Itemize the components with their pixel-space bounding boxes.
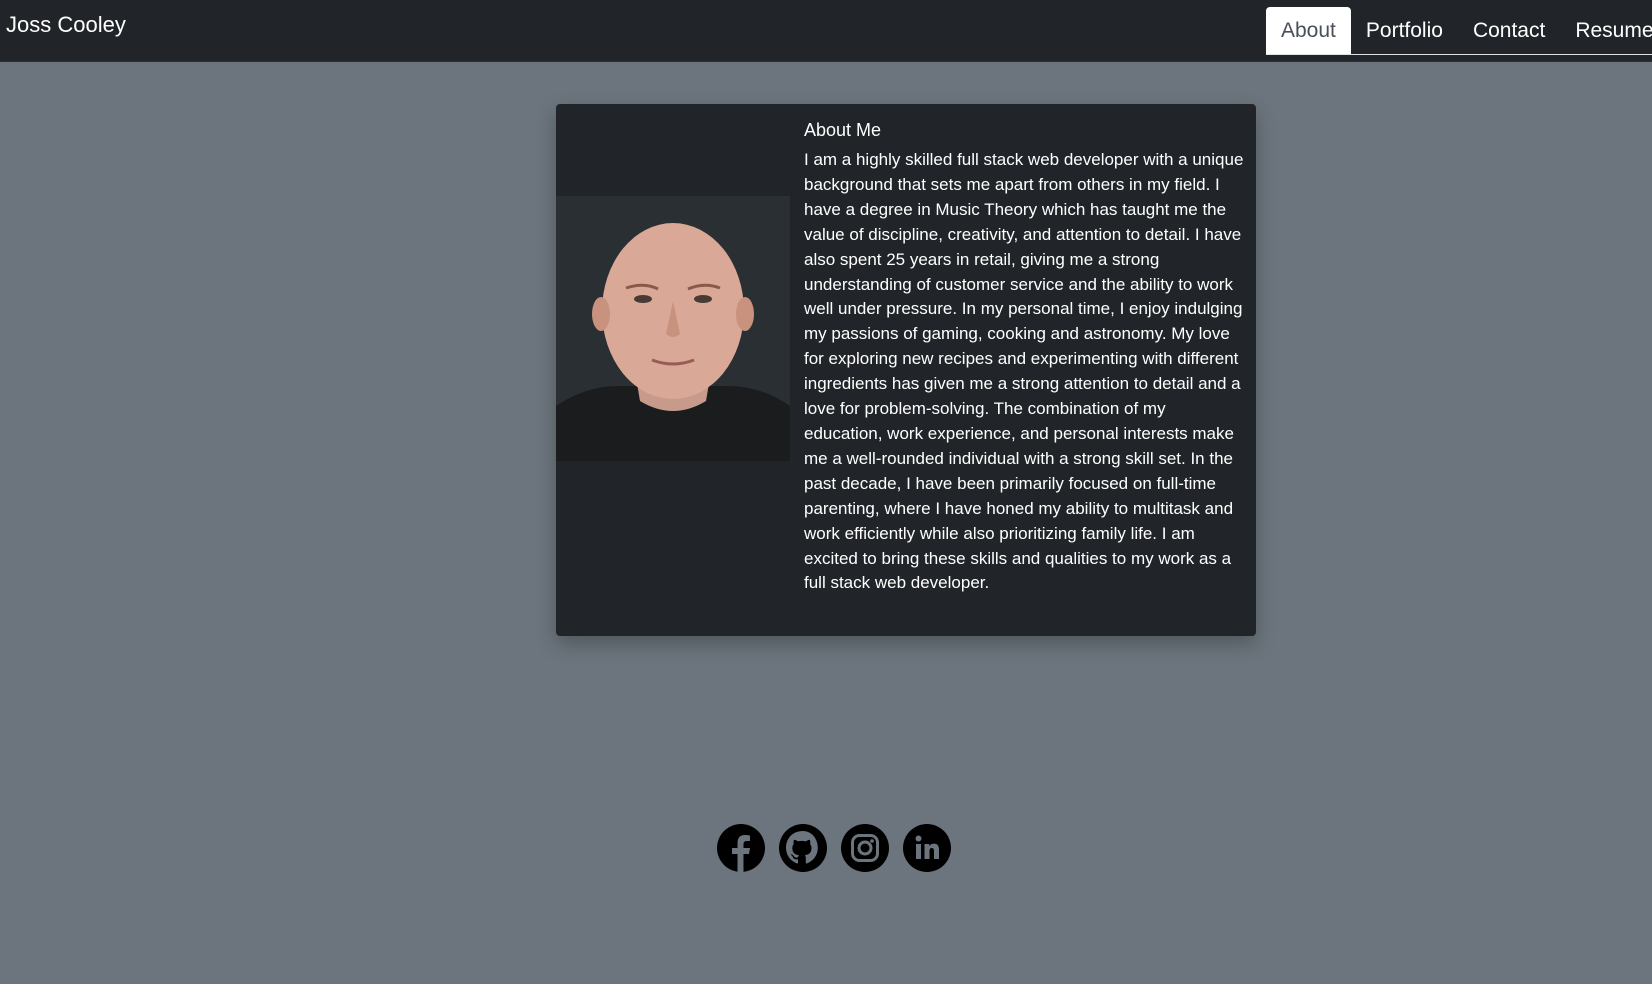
tab-contact[interactable]: Contact [1458, 7, 1560, 54]
about-card: About Me I am a highly skilled full stac… [556, 104, 1256, 636]
about-body: I am a highly skilled full stack web dev… [804, 150, 1244, 593]
profile-photo [556, 196, 790, 461]
about-title: About Me [804, 120, 882, 140]
tab-portfolio[interactable]: Portfolio [1351, 7, 1458, 54]
tab-resume[interactable]: Resume [1560, 7, 1652, 54]
linkedin-icon[interactable] [903, 824, 951, 872]
facebook-icon[interactable] [717, 824, 765, 872]
instagram-icon[interactable] [841, 824, 889, 872]
top-navbar: Joss Cooley About Portfolio Contact Resu… [0, 0, 1652, 62]
tab-about[interactable]: About [1266, 7, 1351, 54]
nav-tabs: About Portfolio Contact Resume [1266, 7, 1652, 55]
social-links [717, 824, 951, 872]
brand-link[interactable]: Joss Cooley [6, 12, 126, 38]
github-icon[interactable] [779, 824, 827, 872]
